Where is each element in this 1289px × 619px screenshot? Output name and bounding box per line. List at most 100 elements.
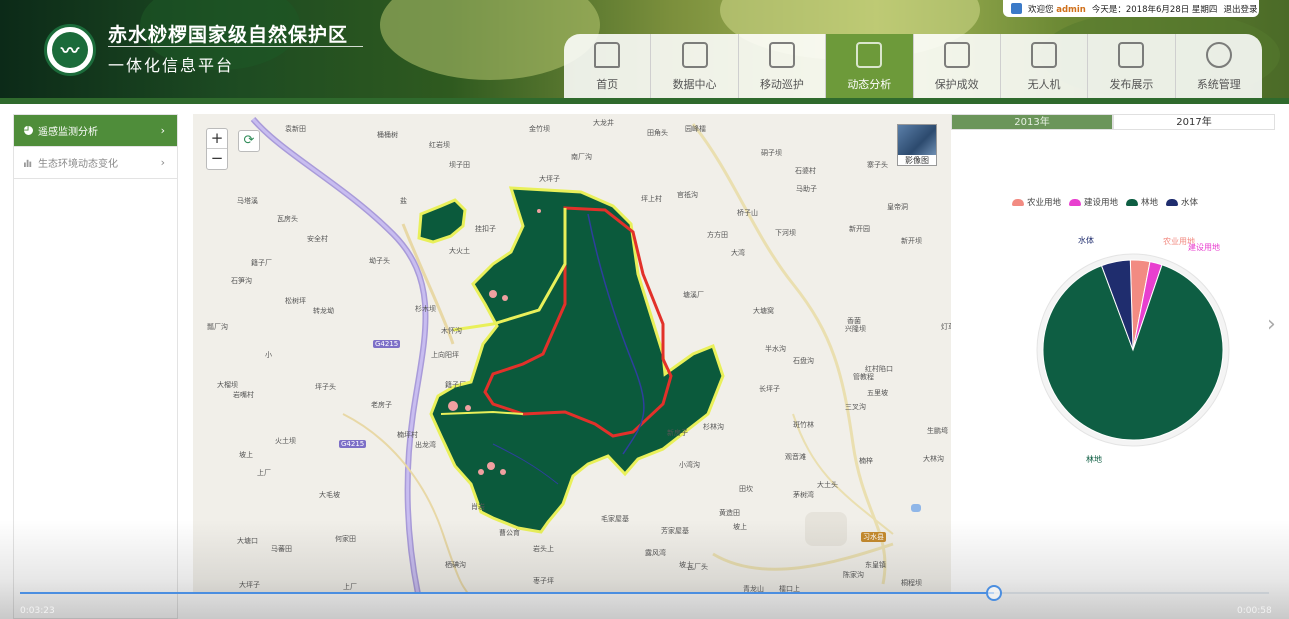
pie-svg <box>1036 253 1230 447</box>
logout-link[interactable]: 退出登录 <box>1223 3 1257 15</box>
user-bar: 欢迎您 admin 今天是：2018年6月28日 星期四 退出登录 <box>1003 0 1259 17</box>
drone-icon <box>1031 42 1058 68</box>
nav-data-center[interactable]: 数据中心 <box>651 34 739 98</box>
nav-mobile-patrol[interactable]: 移动巡护 <box>739 34 827 98</box>
sidebar: 遥感监测分析 › 生态环境动态变化 › <box>13 114 178 619</box>
video-elapsed-time: 0:03:23 <box>20 606 55 616</box>
legend-swatch <box>1166 198 1179 206</box>
refresh-button[interactable]: ⟳ <box>238 130 260 152</box>
imagery-toggle-button[interactable]: 影像图 <box>897 124 937 166</box>
sidebar-item-remote-sensing[interactable]: 遥感监测分析 › <box>14 115 177 147</box>
zoom-out-button[interactable]: − <box>207 149 227 169</box>
place-label: 大湾 <box>731 249 745 257</box>
place-label: 老房子 <box>371 401 392 409</box>
sidebar-item-eco-change[interactable]: 生态环境动态变化 › <box>14 147 177 179</box>
place-label: 观音滩 <box>785 453 806 461</box>
place-label: 马助子 <box>796 185 817 193</box>
place-label: 瓦厂头 <box>687 563 708 571</box>
place-label: 管教程 <box>853 373 874 381</box>
display-icon <box>1118 42 1145 68</box>
reserve-boundary <box>429 186 725 534</box>
place-label: 长坪子 <box>759 385 780 393</box>
place-label: 大塘口 <box>237 537 258 545</box>
place-label: 大毛坡 <box>319 491 340 499</box>
place-label: 园峰檑 <box>685 125 706 133</box>
place-label: 松树坪 <box>285 297 306 305</box>
highway-label: G4215 <box>373 340 401 348</box>
tab-2013[interactable]: 2013年 <box>951 114 1113 130</box>
place-label: 生鹏塆 <box>927 427 948 435</box>
legend-item[interactable]: 林地 <box>1126 196 1158 208</box>
place-label: 五里坡 <box>867 389 888 397</box>
place-label: 毛家屋基 <box>601 515 629 523</box>
date-text: 今天是：2018年6月28日 星期四 <box>1091 4 1218 15</box>
chevron-right-icon: › <box>160 156 165 169</box>
place-label: 安全村 <box>307 235 328 243</box>
place-label: 田角头 <box>647 129 668 137</box>
nav-drone[interactable]: 无人机 <box>1001 34 1089 98</box>
place-label: 马蕃田 <box>271 545 292 553</box>
nav-home[interactable]: 首页 <box>564 34 652 98</box>
place-label: 新开园 <box>849 225 870 233</box>
video-progress-track[interactable] <box>20 592 1269 594</box>
place-label: 塘溪厂 <box>683 291 704 299</box>
satellite-thumbnail <box>898 125 936 155</box>
nav-protection-results[interactable]: 保护成效 <box>914 34 1001 98</box>
welcome-text: 欢迎您 admin <box>1028 4 1086 15</box>
place-label: 坡上 <box>733 523 747 531</box>
user-name: admin <box>1056 4 1086 15</box>
legend-item[interactable]: 农业用地 <box>1012 196 1061 208</box>
database-icon <box>681 42 708 68</box>
place-label: 坪上村 <box>641 195 662 203</box>
place-label: 寨子头 <box>867 161 888 169</box>
app-title: 赤水桫椤国家级自然保护区 <box>108 24 349 46</box>
year-tabs: 2013年 2017年 <box>951 114 1275 130</box>
place-label: 方方田 <box>707 231 728 239</box>
place-label: 茅树湾 <box>793 491 814 499</box>
place-label: 陈家沟 <box>843 571 864 579</box>
place-label: 三叉沟 <box>845 403 866 411</box>
sidebar-item-label: 生态环境动态变化 <box>38 159 118 170</box>
place-label: 大土头 <box>817 481 838 489</box>
place-label: 大坪子 <box>539 175 560 183</box>
place-label: 肖岩 <box>471 503 485 511</box>
app-subtitle: 一体化信息平台 <box>108 56 235 75</box>
place-label: 转龙坳 <box>313 307 334 315</box>
place-label: 杉木坝 <box>415 305 436 313</box>
pie-label-forest: 林地 <box>1086 455 1102 464</box>
place-label: 上厂 <box>257 469 271 477</box>
place-label: 半水沟 <box>765 345 786 353</box>
place-label: 小 <box>265 351 272 359</box>
place-label: 上向阳坪 <box>431 351 459 359</box>
legend-swatch <box>1069 198 1082 206</box>
zoom-in-button[interactable]: + <box>207 129 227 149</box>
place-label: 曹公育 <box>499 529 520 537</box>
tab-2017[interactable]: 2017年 <box>1113 114 1275 130</box>
nav-system-admin[interactable]: 系统管理 <box>1176 34 1262 98</box>
place-label: 露风湾 <box>645 549 666 557</box>
place-label: 黄造田 <box>719 509 740 517</box>
place-label: 杉林沟 <box>703 423 724 431</box>
highway-label: G4215 <box>339 440 367 448</box>
title-divider <box>108 46 363 47</box>
place-label: 大龙井 <box>593 119 614 127</box>
home-icon <box>594 42 621 68</box>
video-progress-fill <box>20 592 995 594</box>
place-label: 金竹坝 <box>529 125 550 133</box>
place-label: 下河坝 <box>775 229 796 237</box>
highway-g4215 <box>250 117 429 594</box>
place-label: 坪子头 <box>315 383 336 391</box>
place-label: 桐程坝 <box>901 579 922 587</box>
nav-publish[interactable]: 发布展示 <box>1088 34 1176 98</box>
place-label: 籍子厂 <box>251 259 272 267</box>
map-view[interactable]: 袁新田 桶桶树 红岩坝 金竹坝 大龙井 田角头 园峰檑 坝子田 南厂沟 硐子坝 … <box>193 114 951 594</box>
video-remaining-time: 0:00:58 <box>1237 606 1272 616</box>
chevron-right-icon[interactable]: › <box>1267 312 1276 337</box>
legend-item[interactable]: 建设用地 <box>1069 196 1118 208</box>
main-nav: 首页 数据中心 移动巡护 动态分析 保护成效 无人机 发布展示 系统管理 <box>564 34 1262 98</box>
place-label: 大榴坝 <box>217 381 238 389</box>
video-progress-knob[interactable] <box>986 585 1003 601</box>
legend-item[interactable]: 水体 <box>1166 196 1198 208</box>
place-label: 官祗沟 <box>677 191 698 199</box>
nav-dynamic-analysis[interactable]: 动态分析 <box>826 34 914 98</box>
